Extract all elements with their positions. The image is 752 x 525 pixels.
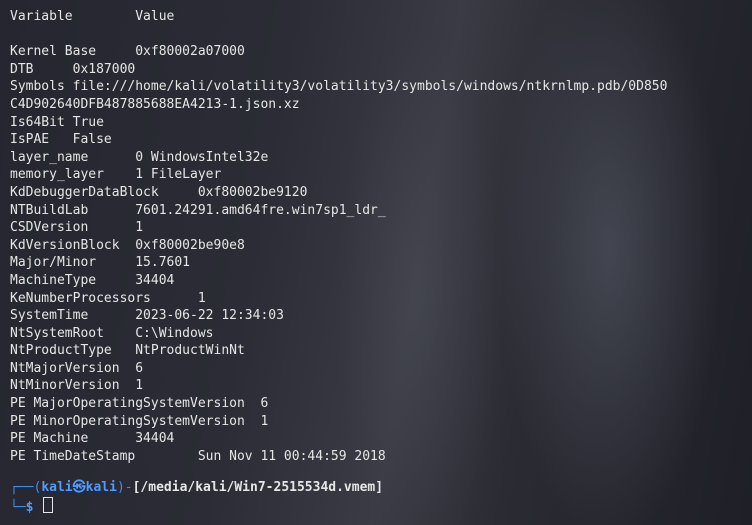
output-line: Major/Minor 15.7601 <box>10 255 191 271</box>
output-line: layer_name 0 WindowsIntel32e <box>10 149 269 165</box>
prompt-host: kali <box>85 480 117 495</box>
terminal-prompt[interactable]: ┌──(kali㉿kali)-[/media/kali/Win7-2515534… <box>10 479 748 515</box>
output-line: PE Machine 34404 <box>10 431 175 447</box>
prompt-path: [/media/kali/Win7-2515534d.vmem] <box>132 480 384 495</box>
output-line: C4D902640DFB487885688EA4213-1.json.xz <box>10 96 300 112</box>
prompt-header-line: ┌──(kali㉿kali)-[/media/kali/Win7-2515534… <box>10 479 748 497</box>
output-line: PE MinorOperatingSystemVersion 1 <box>10 413 269 429</box>
output-line: Variable Value <box>10 9 175 24</box>
prompt-close-paren: ) <box>116 480 125 495</box>
output-line: NTBuildLab 7601.24291.amd64fre.win7sp1_l… <box>10 202 386 218</box>
output-line: KdVersionBlock 0xf80002be90e8 <box>10 237 245 253</box>
output-line: PE TimeDateStamp Sun Nov 11 00:44:59 201… <box>10 448 386 464</box>
output-line: PE MajorOperatingSystemVersion 6 <box>10 396 269 412</box>
prompt-input-line[interactable]: └─$ <box>10 497 748 515</box>
prompt-separator-icon: ㉿ <box>72 480 86 495</box>
output-line: KdDebuggerDataBlock 0xf80002be9120 <box>10 184 308 200</box>
terminal-output: Variable Value Kernel Base 0xf80002a07000… <box>10 8 748 465</box>
terminal-window[interactable]: Variable Value Kernel Base 0xf80002a07000… <box>0 0 752 525</box>
output-line: NtMajorVersion 6 <box>10 360 144 376</box>
output-line: KeNumberProcessors 1 <box>10 290 206 306</box>
prompt-dash: - <box>124 480 133 495</box>
output-line: memory_layer 1 FileLayer <box>10 167 222 183</box>
output-line: IsPAE False <box>10 132 112 148</box>
output-line: NtSystemRoot C:\Windows <box>10 325 214 341</box>
prompt-corner-top: ┌── <box>10 480 34 495</box>
output-line: SystemTime 2023-06-22 12:34:03 <box>10 308 284 324</box>
output-line: Is64Bit True <box>10 114 104 130</box>
output-line: DTB 0x187000 <box>10 61 136 77</box>
prompt-user: kali <box>41 480 73 495</box>
output-line: CSDVersion 1 <box>10 220 144 236</box>
text-cursor[interactable] <box>43 497 54 513</box>
output-line: NtMinorVersion 1 <box>10 378 144 394</box>
output-line: MachineType 34404 <box>10 272 175 288</box>
prompt-corner-bottom: └─ <box>10 500 26 515</box>
output-line: Kernel Base 0xf80002a07000 <box>10 44 245 60</box>
output-line: Symbols file:///home/kali/volatility3/vo… <box>10 79 668 95</box>
output-line: NtProductType NtProductWinNt <box>10 343 245 359</box>
prompt-symbol: $ <box>25 500 34 515</box>
